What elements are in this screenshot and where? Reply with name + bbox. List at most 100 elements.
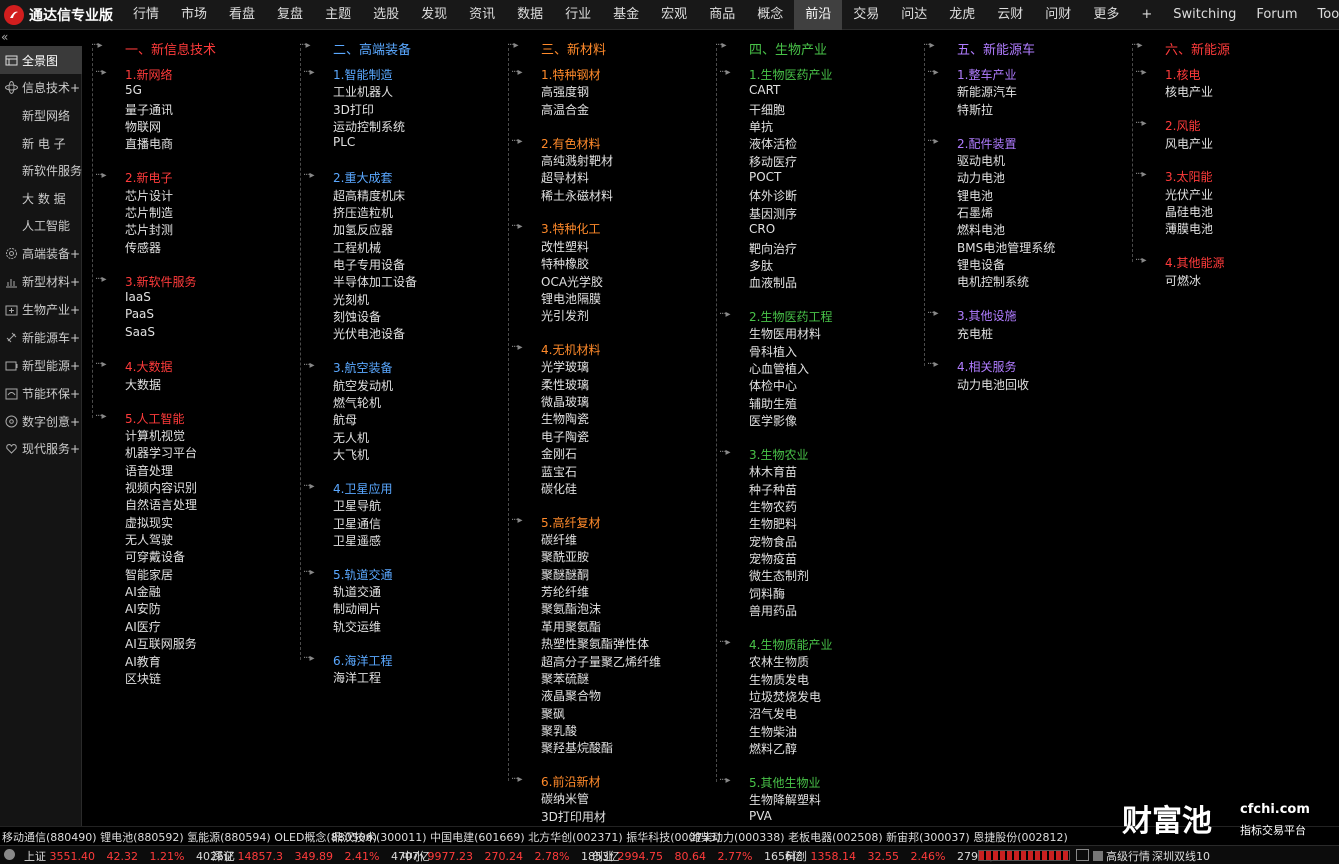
concept-item[interactable]: 3D打印 [333,101,374,118]
concept-item[interactable]: 可燃冰 [1165,272,1201,289]
concept-item[interactable]: 林木育苗 [749,463,797,480]
ticker-text[interactable]: 鼎汉技术(300011) 中国电建(601669) 北方华创(002371) 振… [332,829,721,845]
concept-item[interactable]: 制动闸片 [333,600,381,617]
category-label[interactable]: 3.太阳能 [1165,168,1212,185]
menu-item[interactable]: 问达 [890,0,938,30]
category-label[interactable]: 2.重大成套 [333,169,392,186]
concept-item[interactable]: 工业机器人 [333,83,393,100]
collapse-sidebar-icon[interactable]: « [1,30,8,44]
sidebar-item[interactable]: 全景图 [0,46,82,74]
concept-item[interactable]: 轨交运维 [333,618,381,635]
sidebar-item[interactable]: 新能源车+ [0,323,82,351]
menu-item[interactable]: 云财 [986,0,1034,30]
index-sz[interactable]: 深证 14857.3 349.89 2.41% 4707亿 [212,848,430,864]
concept-item[interactable]: 计算机视觉 [125,427,185,444]
concept-item[interactable]: 农林生物质 [749,653,809,670]
category-label[interactable]: 2.风能 [1165,117,1200,134]
section-title[interactable]: 二、高端装备 [333,39,411,58]
menu-item[interactable]: 龙虎 [938,0,986,30]
sidebar-item[interactable]: 新型能源+ [0,351,82,379]
concept-item[interactable]: 燃料电池 [957,221,1005,238]
concept-item[interactable]: 自然语言处理 [125,496,197,513]
concept-item[interactable]: 航空发动机 [333,377,393,394]
sidebar-item[interactable]: 节能环保+ [0,379,82,407]
concept-item[interactable]: 芯片封测 [125,221,173,238]
category-label[interactable]: 4.无机材料 [541,341,600,358]
concept-item[interactable]: 血液制品 [749,274,797,291]
concept-item[interactable]: POCT [749,170,781,184]
concept-item[interactable]: 动力电池 [957,169,1005,186]
concept-item[interactable]: 芳纶纤维 [541,583,589,600]
concept-item[interactable]: AI安防 [125,600,161,617]
concept-item[interactable]: CRO [749,222,775,236]
category-label[interactable]: 5.人工智能 [125,410,184,427]
concept-item[interactable]: 沼气发电 [749,705,797,722]
concept-item[interactable]: 微晶玻璃 [541,393,589,410]
menu-item[interactable]: 行情 [122,0,170,30]
concept-item[interactable]: 电子陶瓷 [541,428,589,445]
menu-item[interactable]: 更多 [1082,0,1130,30]
concept-item[interactable]: CART [749,83,780,97]
concept-item[interactable]: 充电桩 [957,325,993,342]
section-title[interactable]: 四、生物产业 [749,39,827,58]
concept-item[interactable]: 锂电池 [957,187,993,204]
concept-item[interactable]: 超高精度机床 [333,187,405,204]
concept-item[interactable]: 稀土永磁材料 [541,187,613,204]
concept-item[interactable]: 液体活检 [749,135,797,152]
sidebar-item[interactable]: 新 电 子 [0,129,82,157]
concept-item[interactable]: 薄膜电池 [1165,220,1213,237]
category-label[interactable]: 1.智能制造 [333,66,392,83]
menu-item[interactable]: 行业 [554,0,602,30]
ticker-text[interactable]: 潍柴动力(000338) 老板电器(002508) 新宙邦(300037) 恩捷… [690,829,1068,845]
concept-item[interactable]: 兽用药品 [749,602,797,619]
concept-item[interactable]: 风电产业 [1165,135,1213,152]
section-title[interactable]: 三、新材料 [541,39,606,58]
category-label[interactable]: 3.航空装备 [333,359,392,376]
concept-item[interactable]: 刻蚀设备 [333,308,381,325]
concept-item[interactable]: 燃料乙醇 [749,740,797,757]
concept-item[interactable]: 锂电池隔膜 [541,290,601,307]
concept-item[interactable]: 轨道交通 [333,583,381,600]
menu-item[interactable]: Forum [1246,0,1307,30]
concept-item[interactable]: PaaS [125,307,154,321]
concept-item[interactable]: 饲料酶 [749,585,785,602]
concept-item[interactable]: 生物柴油 [749,723,797,740]
ticker-text[interactable]: 移动通信(880490) 锂电池(880592) 氢能源(880594) OLE… [2,829,377,845]
menu-item[interactable]: 发现 [410,0,458,30]
menu-item[interactable]: 主题 [314,0,362,30]
concept-item[interactable]: 石墨烯 [957,204,993,221]
sidebar-item[interactable]: 新型材料+ [0,267,82,295]
concept-item[interactable]: 聚砜 [541,705,565,722]
menu-item[interactable]: 市场 [170,0,218,30]
concept-item[interactable]: 可穿戴设备 [125,548,185,565]
category-label[interactable]: 3.新软件服务 [125,273,196,290]
concept-item[interactable]: 单抗 [749,118,773,135]
concept-item[interactable]: 光刻机 [333,291,369,308]
concept-item[interactable]: 高强度钢 [541,83,589,100]
concept-item[interactable]: 电机控制系统 [957,273,1029,290]
camera-icon[interactable] [1076,849,1089,861]
menu-item[interactable]: 宏观 [650,0,698,30]
category-label[interactable]: 2.有色材料 [541,135,600,152]
concept-item[interactable]: 柔性玻璃 [541,376,589,393]
concept-item[interactable]: 热塑性聚氨酯弹性体 [541,635,649,652]
index-cy[interactable]: 创业 2994.75 80.64 2.77% 1656亿 [592,848,803,864]
concept-item[interactable]: 聚氨酯泡沫 [541,600,601,617]
concept-item[interactable]: 超导材料 [541,169,589,186]
concept-item[interactable]: 微生态制剂 [749,567,809,584]
concept-item[interactable]: 心血管植入 [749,360,809,377]
concept-item[interactable]: AI教育 [125,653,161,670]
concept-item[interactable]: 机器学习平台 [125,444,197,461]
concept-item[interactable]: 宠物食品 [749,533,797,550]
concept-item[interactable]: 多肽 [749,257,773,274]
concept-item[interactable]: 芯片制造 [125,204,173,221]
concept-item[interactable]: 生物质发电 [749,671,809,688]
concept-item[interactable]: 生物陶瓷 [541,410,589,427]
concept-item[interactable]: 生物医用材料 [749,325,821,342]
concept-item[interactable]: 航母 [333,411,357,428]
menu-item[interactable]: + [1130,0,1163,30]
concept-item[interactable]: 生物农药 [749,498,797,515]
category-label[interactable]: 6.海洋工程 [333,652,392,669]
concept-item[interactable]: 物联网 [125,118,161,135]
category-label[interactable]: 6.前沿新材 [541,773,600,790]
